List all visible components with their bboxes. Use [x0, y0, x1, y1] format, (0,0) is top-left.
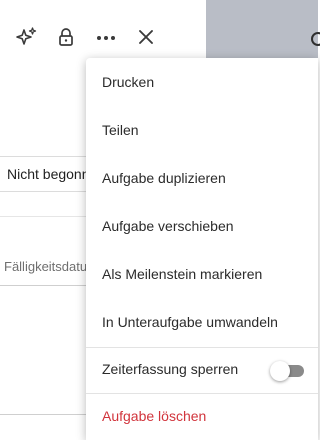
ai-sparkle-button[interactable] — [13, 26, 39, 52]
task-options-menu: Drucken Teilen Aufgabe duplizieren Aufga… — [86, 58, 318, 440]
sparkle-icon — [14, 25, 38, 54]
lock-icon — [55, 26, 77, 53]
toggle-knob — [270, 361, 290, 381]
menu-item-delete[interactable]: Aufgabe löschen — [86, 396, 318, 436]
search-icon[interactable] — [302, 26, 320, 52]
more-icon — [94, 25, 118, 54]
divider — [0, 216, 90, 217]
menu-item-mark-milestone[interactable]: Als Meilenstein markieren — [86, 254, 318, 294]
due-date-underline — [0, 285, 90, 286]
divider — [0, 414, 90, 415]
close-icon — [135, 26, 157, 53]
more-options-button[interactable] — [93, 26, 119, 52]
menu-item-share[interactable]: Teilen — [86, 110, 318, 150]
close-button[interactable] — [133, 26, 159, 52]
menu-item-print[interactable]: Drucken — [86, 62, 318, 102]
menu-item-duplicate[interactable]: Aufgabe duplizieren — [86, 158, 318, 198]
menu-item-convert-subtask[interactable]: In Unteraufgabe umwandeln — [86, 302, 318, 342]
lock-button[interactable] — [53, 26, 79, 52]
time-tracking-toggle[interactable] — [270, 361, 304, 381]
menu-separator — [86, 347, 318, 348]
menu-separator — [86, 393, 318, 394]
menu-item-move[interactable]: Aufgabe verschieben — [86, 206, 318, 246]
